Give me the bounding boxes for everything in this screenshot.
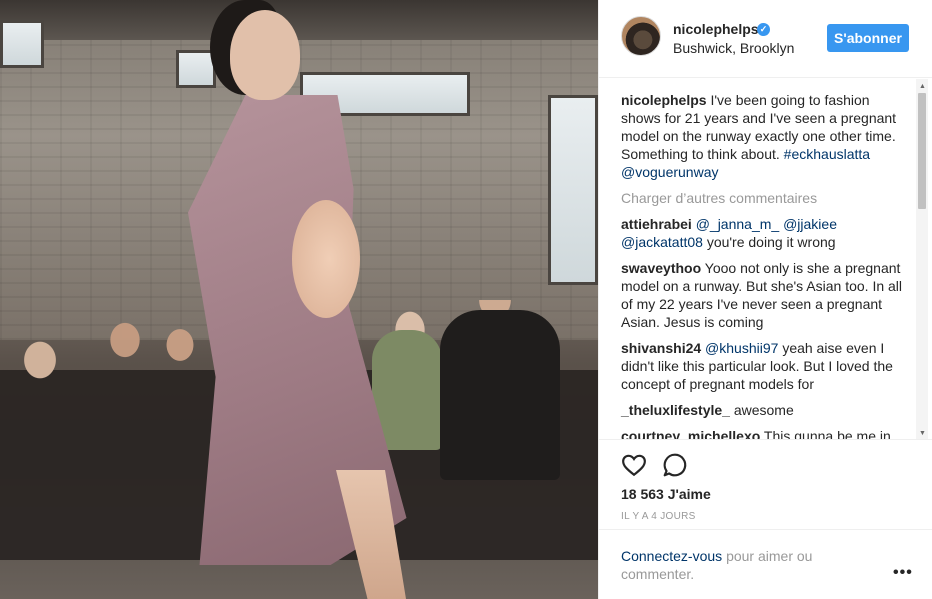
post-photo[interactable] [0,0,598,599]
comments-list[interactable]: nicolephelps I've been going to fashion … [599,79,932,439]
more-options-icon[interactable]: ••• [893,564,913,582]
verified-badge-icon: ✓ [757,23,770,36]
comment-username[interactable]: swaveythoo [621,260,701,276]
photo-window [0,20,44,68]
caption-mention[interactable]: @voguerunway [621,164,719,180]
list-item: courtney_michellexo This gunna be me in [621,427,907,439]
caption-username[interactable]: nicolephelps [621,92,707,108]
photo-model-belly [292,200,360,318]
comment-username[interactable]: _theluxlifestyle_ [621,402,730,418]
comments-scrollbar[interactable]: ▲ ▼ [916,79,928,439]
list-item: attiehrabei @_janna_m_ @jjakiee @jackata… [621,215,907,251]
post-header: nicolephelps ✓ Bushwick, Brooklyn S'abon… [599,0,932,78]
comment-text: awesome [733,402,794,418]
caption-hashtag[interactable]: #eckhauslatta [784,146,870,162]
header-username[interactable]: nicolephelps [673,21,759,37]
comment-mentions[interactable]: @khushii97 [705,340,778,356]
avatar[interactable] [621,16,661,56]
comment-bubble-icon[interactable] [662,452,688,478]
comment-text: you're doing it wrong [706,234,836,250]
post-timestamp[interactable]: IL Y A 4 JOURS [621,511,696,522]
scroll-up-arrow-icon[interactable]: ▲ [919,83,926,90]
load-more-comments-link[interactable]: Charger d’autres commentaires [621,189,907,207]
photo-window [548,95,598,285]
header-location[interactable]: Bushwick, Brooklyn [673,40,794,56]
scroll-down-arrow-icon[interactable]: ▼ [919,430,926,437]
list-item: swaveythoo Yooo not only is she a pregna… [621,259,907,331]
scrollbar-thumb[interactable] [918,93,926,209]
heart-icon[interactable] [621,452,647,478]
comment-username[interactable]: courtney_michellexo [621,428,760,439]
instagram-post: nicolephelps ✓ Bushwick, Brooklyn S'abon… [0,0,932,599]
list-item: shivanshi24 @khushii97 yeah aise even I … [621,339,907,393]
photo-model-head [230,10,300,100]
comment-username[interactable]: attiehrabei [621,216,692,232]
login-prompt: Connectez-vous pour aimer ou commenter. … [599,529,932,599]
post-caption: nicolephelps I've been going to fashion … [621,91,907,181]
post-sidebar: nicolephelps ✓ Bushwick, Brooklyn S'abon… [598,0,932,599]
login-link[interactable]: Connectez-vous [621,548,722,564]
photo-audience-member [440,310,560,480]
login-prompt-text: Connectez-vous pour aimer ou commenter. [621,547,851,583]
comment-username[interactable]: shivanshi24 [621,340,701,356]
post-actions: 18 563 J'aime IL Y A 4 JOURS [599,439,932,539]
likes-count[interactable]: 18 563 J'aime [621,486,711,502]
list-item: _theluxlifestyle_ awesome [621,401,907,419]
follow-button[interactable]: S'abonner [827,24,909,52]
comment-text: This gunna be me in [763,428,891,439]
photo-ceiling-beam [0,0,598,40]
